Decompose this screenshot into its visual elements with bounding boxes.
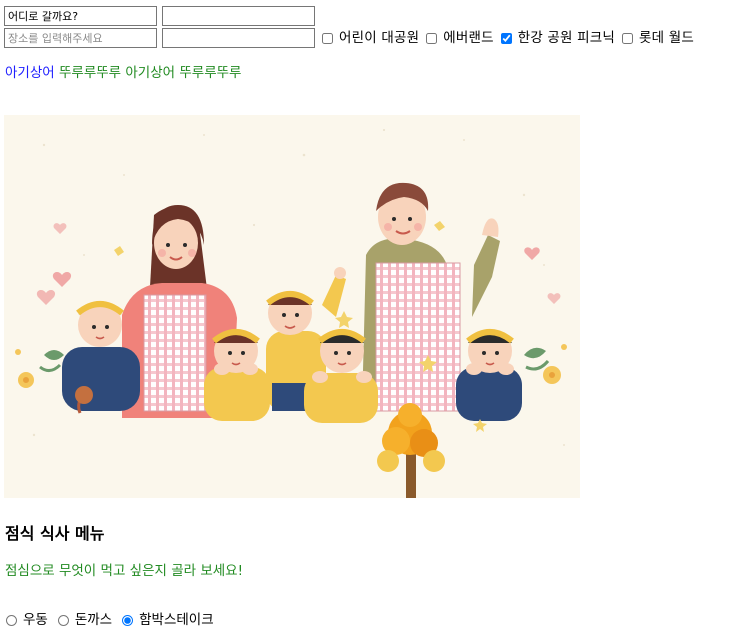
lunch-option-hamburg-steak[interactable]: 함박스테이크 bbox=[122, 611, 214, 629]
lunch-menu-subtitle: 점심으로 무엇이 먹고 싶은지 골라 보세요! bbox=[5, 563, 244, 579]
place-option-hangang-picnic[interactable]: 한강 공원 피크닉 bbox=[500, 28, 616, 48]
place-option-children-park[interactable]: 어린이 대공원 bbox=[322, 28, 419, 48]
lunch-label-donkatsu: 돈까스 bbox=[74, 612, 113, 628]
place-checkbox-hangang-picnic[interactable] bbox=[500, 32, 512, 44]
place-checkbox-everland[interactable] bbox=[426, 32, 438, 44]
place-option-lotte-world[interactable]: 롯데 월드 bbox=[622, 28, 694, 48]
lunch-radio-hamburg-steak[interactable] bbox=[122, 614, 134, 626]
place-label-children-park: 어린이 대공원 bbox=[339, 30, 420, 46]
place-checkbox-lotte-world[interactable] bbox=[622, 32, 634, 44]
lunch-option-donkatsu[interactable]: 돈까스 bbox=[57, 611, 113, 629]
form-row-place-selection: 어린이 대공원 에버랜드 한강 공원 피크닉 롯데 월드 bbox=[4, 28, 694, 48]
song-text-4: 뚜루루뚜루 bbox=[179, 65, 242, 81]
lunch-radio-donkatsu[interactable] bbox=[57, 614, 69, 626]
tree-decoration bbox=[377, 403, 445, 498]
form-row-destination bbox=[4, 6, 315, 26]
lunch-label-hamburg-steak: 함박스테이크 bbox=[139, 612, 214, 628]
child-boy-right bbox=[456, 329, 522, 421]
lunch-menu-title: 점식 식사 메뉴 bbox=[5, 524, 105, 543]
place-label-everland: 에버랜드 bbox=[443, 30, 494, 46]
destination-secondary-input[interactable] bbox=[162, 6, 315, 26]
place-label-lotte-world: 롯데 월드 bbox=[639, 30, 695, 46]
lunch-radio-udon[interactable] bbox=[6, 614, 17, 626]
family-illustration bbox=[4, 115, 580, 498]
place-label-hangang-picnic: 한강 공원 피크닉 bbox=[517, 30, 616, 46]
place-checkbox-children-park[interactable] bbox=[322, 32, 333, 44]
song-text-1: 아기상어 bbox=[5, 65, 55, 81]
song-text-2: 뚜루루뚜루 bbox=[58, 65, 122, 81]
lunch-option-udon[interactable]: 우동 bbox=[6, 611, 48, 629]
song-text-3: 아기상어 bbox=[125, 65, 176, 81]
place-input[interactable] bbox=[4, 28, 157, 48]
place-option-everland[interactable]: 에버랜드 bbox=[426, 28, 494, 48]
destination-input[interactable] bbox=[4, 6, 157, 26]
lunch-options: 우동 돈까스 함박스테이크 bbox=[6, 611, 224, 629]
song-line: 아기상어 뚜루루뚜루 아기상어 뚜루루뚜루 bbox=[5, 64, 241, 82]
lunch-label-udon: 우동 bbox=[23, 612, 48, 628]
place-secondary-input[interactable] bbox=[162, 28, 315, 48]
